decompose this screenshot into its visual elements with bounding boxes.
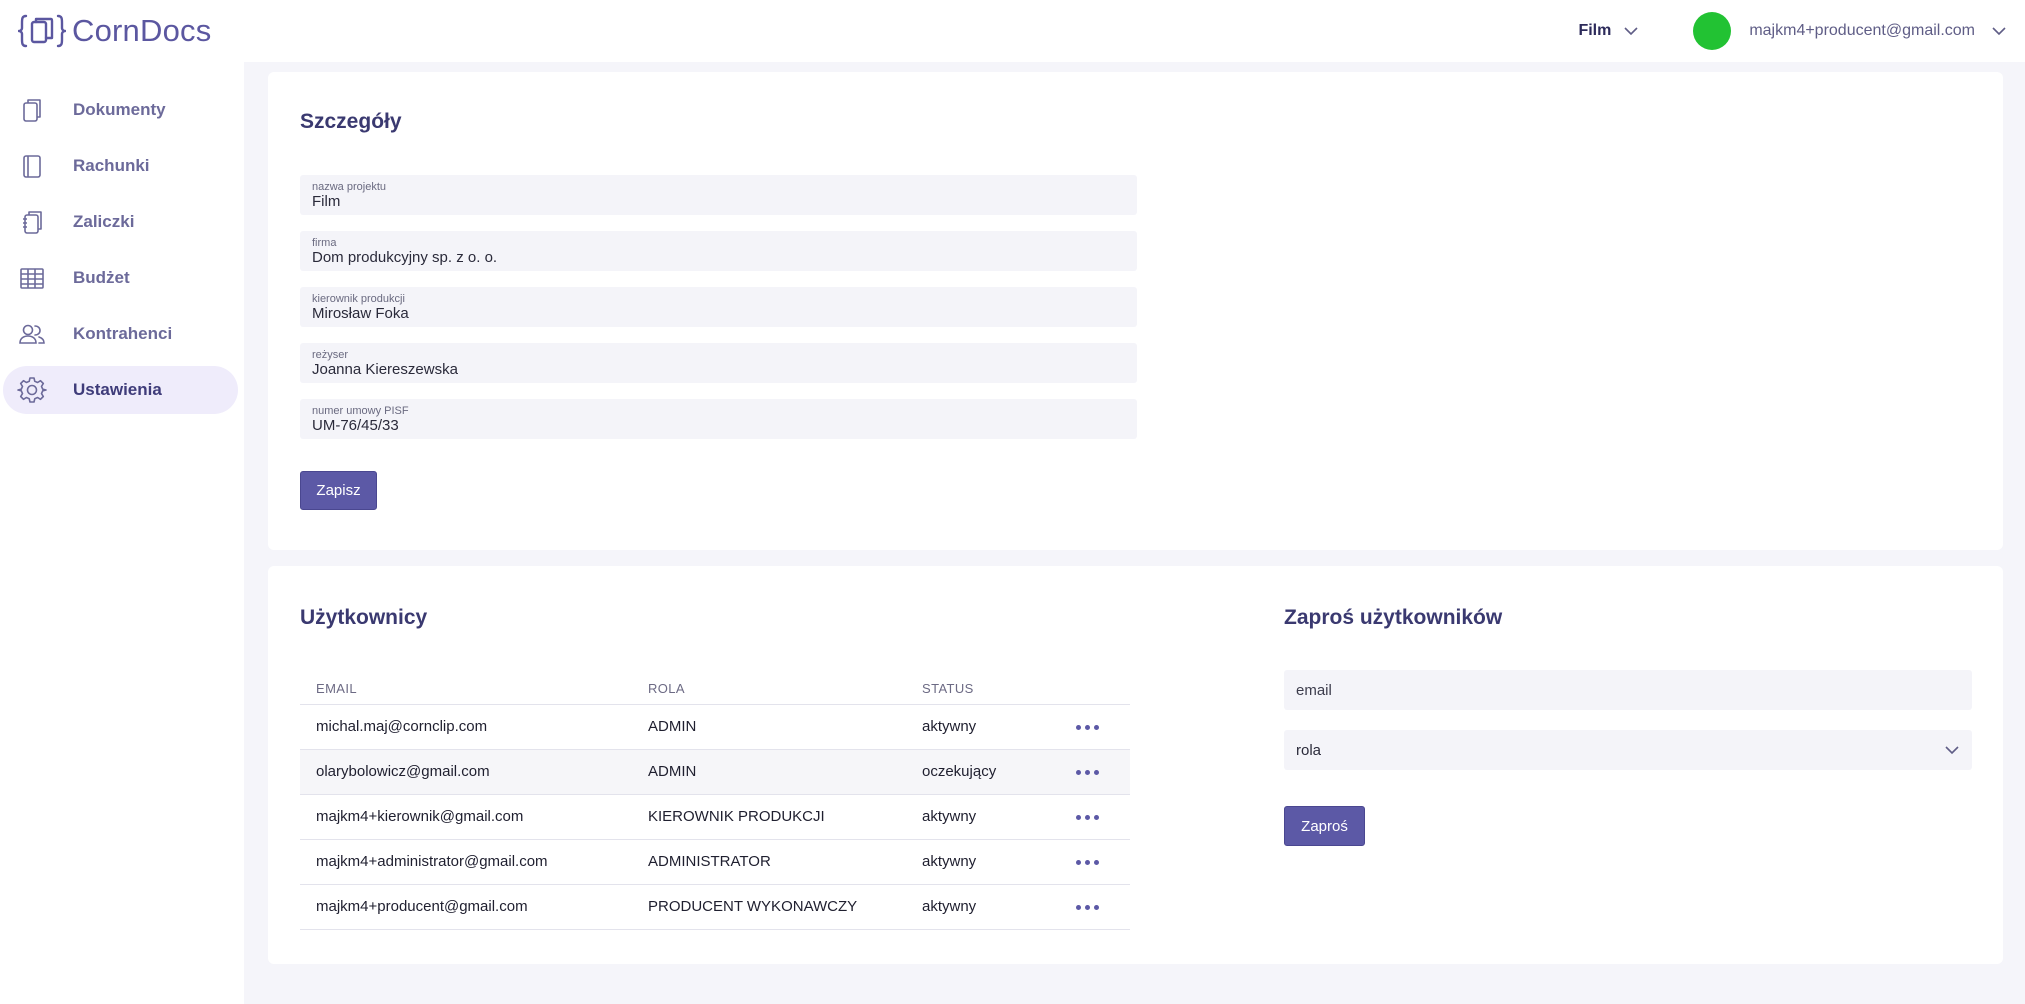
director-field[interactable]: reżyser Joanna Kiereszewska [300,343,1137,383]
top-header: CornDocs Film majkm4+producent@gmail.com [0,0,2025,62]
project-name: Film [1578,22,1612,39]
invite-button[interactable]: Zaproś [1284,806,1365,846]
field-label: nazwa projektu [312,181,386,193]
pisf-contract-field[interactable]: numer umowy PISF UM-76/45/33 [300,399,1137,439]
user-role-cell: ADMINISTRATOR [632,839,906,885]
documents-icon [23,99,41,122]
sidebar-item-zaliczki[interactable]: Zaliczki [3,198,238,246]
user-email-cell: majkm4+producent@gmail.com [300,884,632,930]
field-value[interactable]: Dom produkcyjny sp. z o. o. [312,249,1125,266]
more-options-icon[interactable] [1072,809,1103,826]
field-label: numer umowy PISF [312,405,409,417]
more-options-icon[interactable] [1072,854,1103,871]
chevron-down-icon [1945,746,1959,755]
project-name-field[interactable]: nazwa projektu Film [300,175,1137,215]
sidebar-item-label: Zaliczki [73,212,135,231]
user-role-cell: KIEROWNIK PRODUKCJI [632,794,906,840]
users-icon [19,324,45,344]
field-value[interactable]: Joanna Kiereszewska [312,361,1125,378]
sidebar-item-dokumenty[interactable]: Dokumenty [3,86,238,134]
column-header-role: ROLA [632,674,906,705]
invite-title: Zaproś użytkowników [1284,606,1503,629]
user-email-cell: olarybolowicz@gmail.com [300,749,632,795]
sidebar-item-label: Dokumenty [73,100,166,119]
chevron-down-icon [1624,27,1638,36]
user-status-cell: oczekujący [906,749,1056,795]
table-row: majkm4+administrator@gmail.com ADMINISTR… [300,839,1130,885]
sidebar-item-label: Kontrahenci [73,324,173,343]
app-name: CornDocs [72,13,212,48]
field-value[interactable]: Mirosław Foka [312,305,1125,322]
save-button[interactable]: Zapisz [300,471,377,510]
corndocs-logo-icon [18,14,66,48]
avatar[interactable] [1693,12,1732,50]
details-title: Szczegóły [300,110,402,133]
table-row: majkm4+kierownik@gmail.com KIEROWNIK PRO… [300,794,1130,840]
user-role-cell: ADMIN [632,749,906,795]
user-role-cell: ADMIN [632,704,906,750]
sidebar-item-label: Ustawienia [73,380,162,399]
user-status-cell: aktywny [906,839,1056,885]
sidebar-item-label: Budżet [73,268,130,287]
more-options-icon[interactable] [1072,764,1103,781]
table-row: michal.maj@cornclip.com ADMIN aktywny [300,704,1130,750]
users-table: EMAIL ROLA STATUS michal.maj@cornclip.co… [300,674,1130,930]
sidebar-item-budzet[interactable]: Budżet [3,254,238,302]
app-logo[interactable]: CornDocs [18,13,211,49]
chevron-down-icon [1992,27,2006,36]
field-value[interactable]: UM-76/45/33 [312,417,1125,434]
sidebar-item-ustawienia[interactable]: Ustawienia [3,366,238,414]
user-email-cell: majkm4+administrator@gmail.com [300,839,632,885]
details-card: Szczegóły nazwa projektu Film firma Dom … [268,72,2003,550]
user-status-cell: aktywny [906,704,1056,750]
user-status-cell: aktywny [906,794,1056,840]
invite-email-input[interactable] [1284,670,1972,710]
users-title: Użytkownicy [300,606,428,629]
table-row: olarybolowicz@gmail.com ADMIN oczekujący [300,749,1130,795]
user-email-cell: michal.maj@cornclip.com [300,704,632,750]
user-email-cell: majkm4+kierownik@gmail.com [300,794,632,840]
column-header-actions [1056,674,1130,705]
invite-role-select[interactable]: rola [1284,730,1972,770]
gear-icon [17,377,47,403]
field-value[interactable]: Film [312,193,1125,210]
sidebar: Dokumenty Rachunki Zaliczki Budżet Kontr… [0,62,244,1004]
field-label: reżyser [312,349,349,361]
more-options-icon[interactable] [1072,719,1103,736]
column-header-email: EMAIL [300,674,632,705]
notebook-icon [23,211,42,234]
user-status-cell: aktywny [906,884,1056,930]
sidebar-item-rachunki[interactable]: Rachunki [3,142,238,190]
project-switcher[interactable]: Film [1578,22,1639,40]
table-icon [20,268,44,289]
user-role-cell: PRODUCENT WYKONAWCZY [632,884,906,930]
company-field[interactable]: firma Dom produkcyjny sp. z o. o. [300,231,1137,271]
table-row: majkm4+producent@gmail.com PRODUCENT WYK… [300,884,1130,930]
users-card: Użytkownicy EMAIL ROLA STATUS michal.maj… [268,566,2003,964]
more-options-icon[interactable] [1072,899,1103,916]
sidebar-item-kontrahenci[interactable]: Kontrahenci [3,310,238,358]
field-label: firma [312,237,337,249]
column-header-status: STATUS [906,674,1056,705]
user-email: majkm4+producent@gmail.com [1749,22,1975,39]
role-select-placeholder: rola [1296,741,1322,759]
sidebar-item-label: Rachunki [73,156,150,175]
receipt-icon [23,155,41,178]
user-menu[interactable]: majkm4+producent@gmail.com [1749,22,2007,40]
field-label: kierownik produkcji [312,293,405,305]
production-manager-field[interactable]: kierownik produkcji Mirosław Foka [300,287,1137,327]
table-header-row: EMAIL ROLA STATUS [300,674,1130,705]
